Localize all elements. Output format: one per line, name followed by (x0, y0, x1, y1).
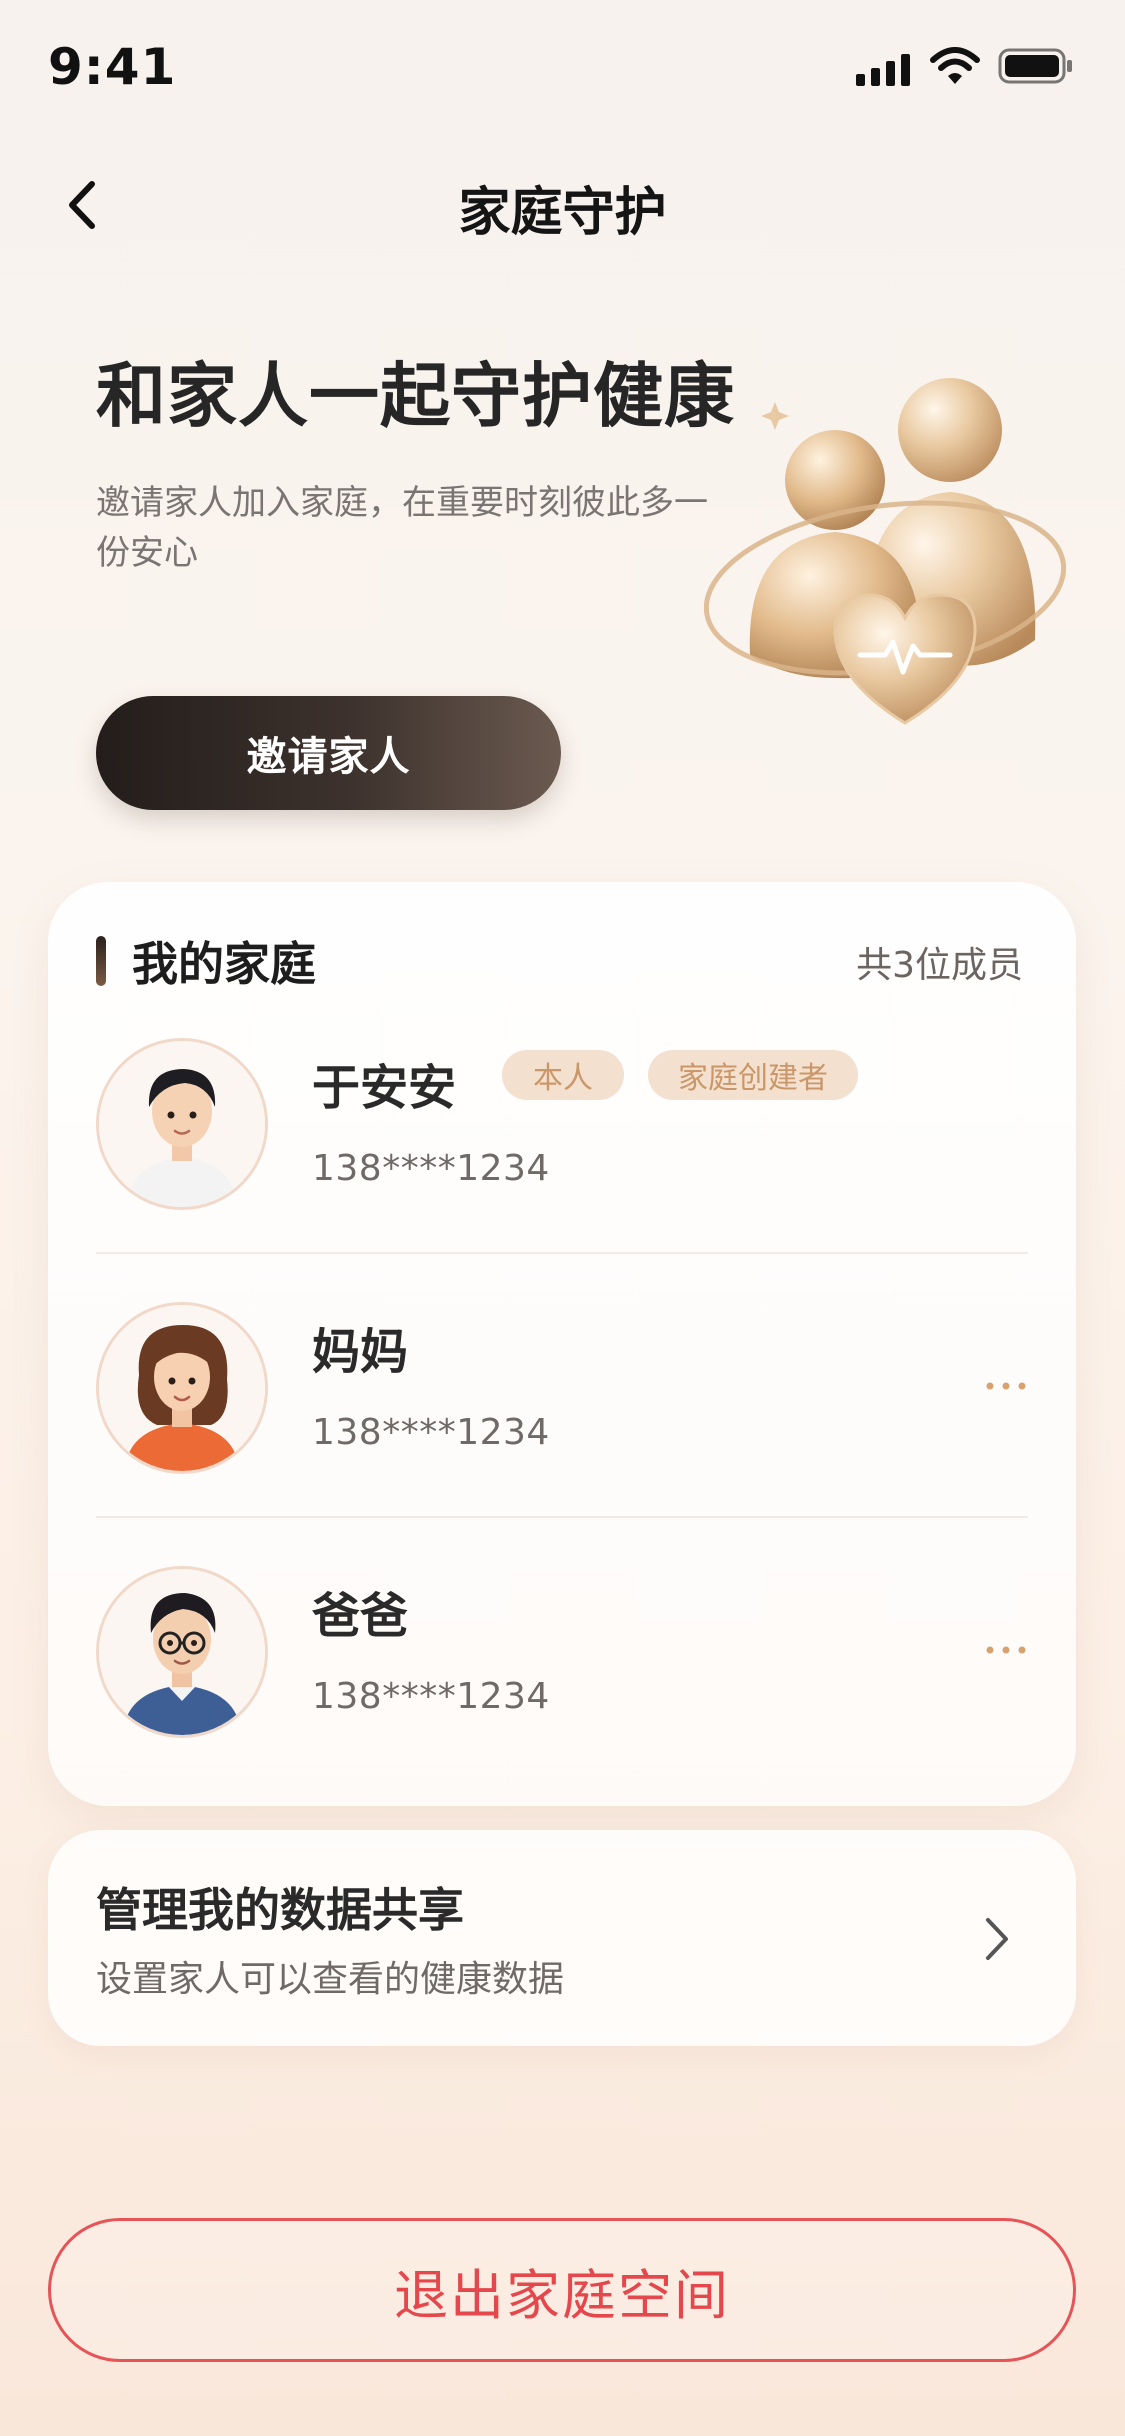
wifi-icon (930, 47, 980, 84)
status-time: 9:41 (48, 38, 177, 96)
tag-creator: 家庭创建者 (648, 1050, 858, 1100)
section-accent-bar (96, 936, 106, 986)
page-title: 家庭守护 (458, 183, 667, 243)
section-title: 我的家庭 (132, 937, 316, 991)
member-row-self[interactable]: 于安安 本人 家庭创建者 138****1234 (96, 1038, 1028, 1298)
battery-icon (998, 48, 1072, 84)
member-phone: 138****1234 (312, 1148, 550, 1189)
avatar (96, 1302, 268, 1474)
member-row-dad[interactable]: 爸爸 138****1234 (96, 1566, 1028, 1826)
member-row-mom[interactable]: 妈妈 138****1234 (96, 1302, 1028, 1562)
more-dots-icon[interactable] (984, 1374, 1028, 1398)
member-name: 于安安 (312, 1060, 457, 1116)
member-name: 爸爸 (312, 1588, 409, 1644)
divider (96, 1516, 1028, 1518)
tag-self: 本人 (502, 1050, 624, 1100)
avatar (96, 1038, 268, 1210)
more-dots-icon[interactable] (984, 1638, 1028, 1662)
hero-subtitle: 邀请家人加入家庭，在重要时刻彼此多一份安心 (96, 483, 708, 573)
divider (96, 1252, 1028, 1254)
member-name: 妈妈 (312, 1324, 409, 1380)
member-phone: 138****1234 (312, 1676, 550, 1717)
data-share-title: 管理我的数据共享 (96, 1883, 464, 1937)
avatar (96, 1566, 268, 1738)
member-phone: 138****1234 (312, 1412, 550, 1453)
exit-family-button[interactable]: 退出家庭空间 (48, 2218, 1076, 2362)
signal-icon (856, 54, 910, 86)
hero-title: 和家人一起守护健康 (96, 355, 735, 437)
chevron-right-icon (986, 1918, 1008, 1960)
invite-family-button[interactable]: 邀请家人 (96, 696, 561, 810)
data-share-subtitle: 设置家人可以查看的健康数据 (96, 1959, 565, 2000)
family-heart-illustration (703, 378, 1067, 725)
member-count: 共3位成员 (856, 945, 1023, 986)
